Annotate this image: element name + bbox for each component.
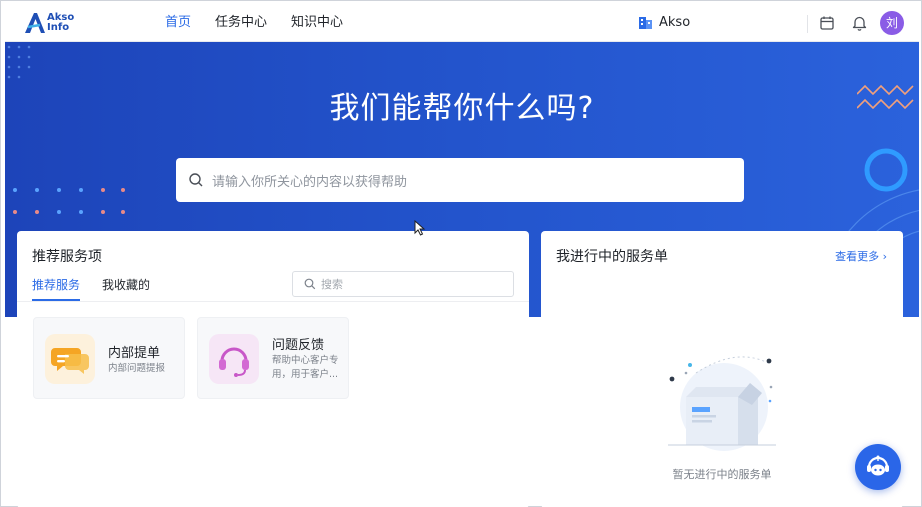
- main-nav: 首页 任务中心 知识中心: [165, 4, 367, 42]
- calendar-icon[interactable]: [819, 15, 835, 31]
- logo-text-line2: Info: [47, 22, 70, 33]
- bell-icon[interactable]: [851, 14, 868, 31]
- tab-recommended[interactable]: 推荐服务: [32, 277, 81, 301]
- headset-icon: [209, 334, 259, 384]
- recommended-services-card: 推荐服务项 推荐服务 我收藏的 搜索 内部提单 内部问题提报 问题反馈 帮助中心…: [17, 231, 529, 507]
- tab-favorites[interactable]: 我收藏的: [102, 277, 150, 301]
- recommended-tabs: 推荐服务 我收藏的: [32, 277, 172, 301]
- nav-task-center[interactable]: 任务中心: [215, 4, 267, 42]
- hero-search-placeholder: 请输入你所关心的内容以获得帮助: [212, 174, 408, 190]
- header-divider: [807, 15, 808, 33]
- hero-title: 我们能帮你什么吗?: [329, 91, 595, 126]
- mouse-cursor-icon: [414, 220, 426, 236]
- user-avatar[interactable]: 刘: [880, 11, 904, 35]
- service-card-internal-ticket[interactable]: 内部提单 内部问题提报: [33, 317, 185, 399]
- nav-home[interactable]: 首页: [165, 4, 191, 42]
- service-name: 问题反馈: [272, 338, 325, 353]
- my-tickets-card: 我进行中的服务单 查看更多 › 暂无进行中的服务单: [541, 231, 903, 507]
- chevron-right-icon: ›: [882, 250, 887, 263]
- top-navigation-bar: Akso Info 首页 任务中心 知识中心 Akso 刘: [5, 4, 919, 42]
- search-icon: [304, 278, 316, 290]
- view-more-link[interactable]: 查看更多 ›: [835, 248, 887, 264]
- robot-assistant-icon: [867, 455, 889, 476]
- hero-search-box[interactable]: 请输入你所关心的内容以获得帮助: [176, 158, 744, 202]
- service-description: 内部问题提报: [108, 363, 166, 374]
- empty-box-illustration: [668, 356, 776, 451]
- empty-state-text: 暂无进行中的服务单: [672, 468, 772, 481]
- my-tickets-title: 我进行中的服务单: [556, 249, 668, 265]
- chat-bubble-icon: [45, 334, 95, 384]
- building-icon: [639, 17, 652, 29]
- hero-decoration-dots-left: [13, 188, 125, 214]
- logo-mark-icon: [25, 13, 45, 33]
- service-search-input[interactable]: 搜索: [292, 271, 514, 297]
- service-name: 内部提单: [108, 346, 161, 361]
- tabs-divider: [17, 301, 529, 302]
- nav-knowledge-center[interactable]: 知识中心: [291, 4, 343, 42]
- service-search-placeholder: 搜索: [321, 278, 343, 291]
- tenant-label: Akso: [659, 14, 691, 30]
- service-card-feedback[interactable]: 问题反馈 帮助中心客户专用，用于客户...: [197, 317, 349, 399]
- recommended-services-title: 推荐服务项: [32, 249, 102, 265]
- service-description: 帮助中心客户专用，用于客户...: [272, 355, 339, 380]
- search-icon: [189, 173, 203, 187]
- help-assistant-button[interactable]: [855, 444, 901, 490]
- view-more-label: 查看更多: [835, 250, 880, 263]
- tenant-switcher[interactable]: Akso: [638, 14, 690, 30]
- app-window: Akso Info 首页 任务中心 知识中心 Akso 刘 我们能帮你什么吗? …: [0, 0, 922, 507]
- akso-logo[interactable]: Akso Info: [23, 11, 75, 37]
